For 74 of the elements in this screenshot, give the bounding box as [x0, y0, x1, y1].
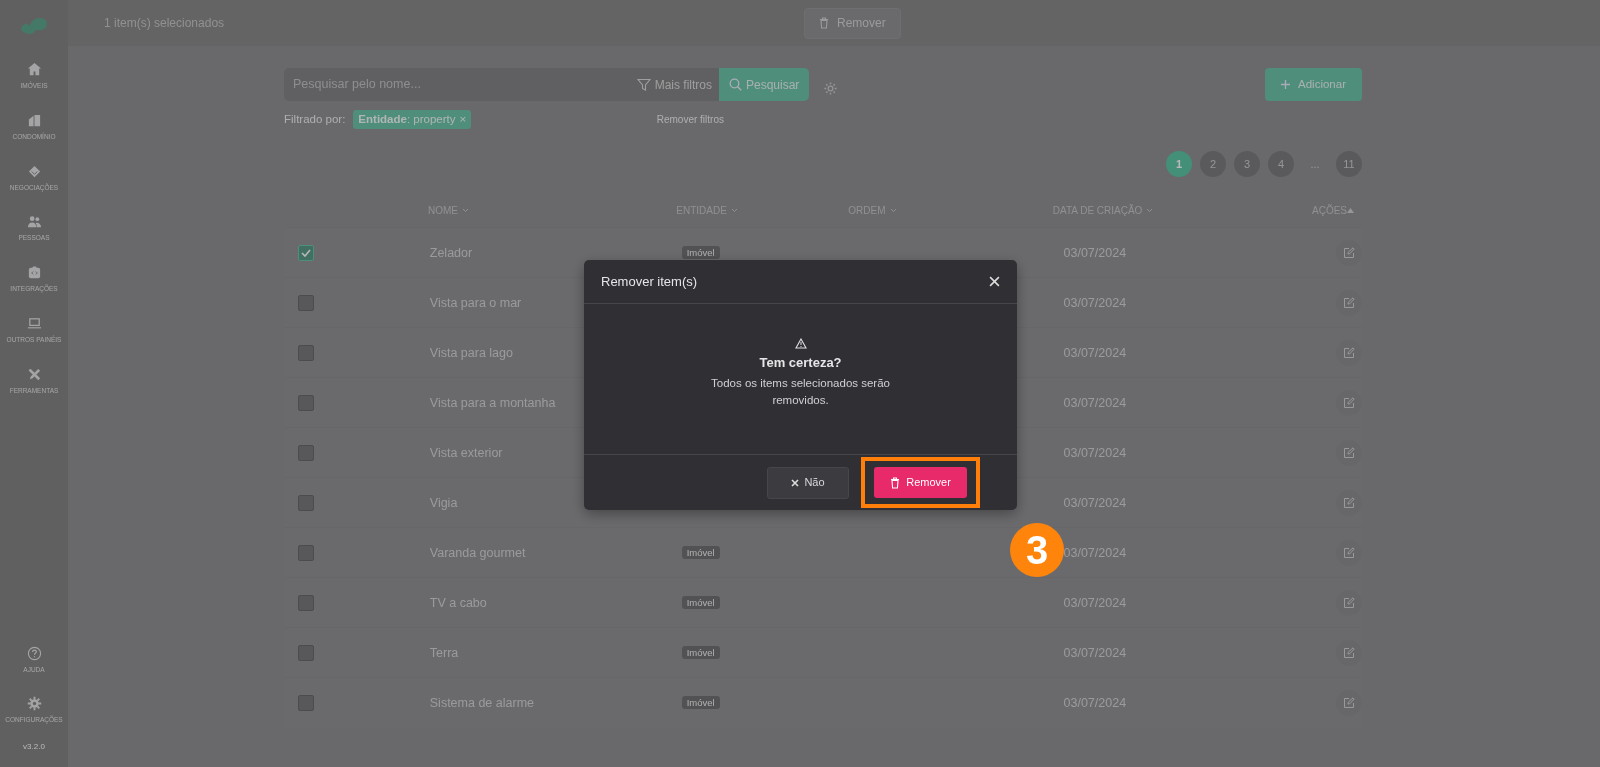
settings-icon	[26, 696, 42, 712]
edit-button[interactable]	[1336, 439, 1362, 466]
filter-label: Filtrado por:	[284, 112, 346, 127]
row-checkbox[interactable]	[298, 644, 314, 661]
row-checkbox[interactable]	[298, 544, 314, 561]
edit-button[interactable]	[1336, 689, 1362, 716]
row-checkbox[interactable]	[298, 494, 314, 511]
pagination-ellipsis: ...	[1309, 157, 1321, 172]
plus-icon	[1281, 80, 1291, 89]
help-icon	[26, 645, 42, 661]
edit-icon	[1343, 696, 1355, 709]
version-label: v3.2.0	[23, 741, 45, 753]
edit-icon	[1343, 446, 1355, 459]
edit-button[interactable]	[1336, 589, 1362, 616]
warning-icon	[794, 338, 807, 349]
page-button[interactable]: 1	[1166, 151, 1192, 178]
people-icon	[26, 214, 42, 230]
sort-icon	[1146, 207, 1154, 213]
dialog-title: Remover item(s)	[601, 272, 698, 291]
edit-button[interactable]	[1336, 539, 1362, 566]
edit-icon	[1343, 396, 1355, 409]
edit-icon	[1343, 296, 1355, 309]
row-checkbox[interactable]	[298, 694, 314, 711]
edit-icon	[1343, 646, 1355, 659]
cancel-button[interactable]: Não	[767, 466, 849, 499]
check-icon	[301, 248, 311, 257]
filter-icon	[636, 77, 651, 92]
settings-icon[interactable]	[823, 81, 839, 96]
edit-button[interactable]	[1336, 489, 1362, 516]
edit-icon	[1343, 246, 1355, 259]
edit-button[interactable]	[1336, 289, 1362, 316]
edit-icon	[1343, 596, 1355, 609]
search-button[interactable]: Pesquisar	[719, 68, 810, 101]
entity-tag: Imóvel	[681, 696, 720, 710]
code-icon	[26, 265, 42, 280]
close-icon[interactable]	[989, 276, 1000, 287]
row-checkbox[interactable]	[298, 294, 314, 311]
confirm-remove-button[interactable]: Remover	[874, 467, 967, 498]
add-button[interactable]: Adicionar	[1265, 68, 1362, 101]
page-button[interactable]: 4	[1268, 151, 1294, 178]
row-checkbox[interactable]	[298, 344, 314, 361]
edit-icon	[1343, 546, 1355, 559]
entity-tag: Imóvel	[681, 546, 720, 560]
entity-tag: Imóvel	[681, 596, 720, 610]
house-icon	[26, 62, 42, 77]
search-icon	[729, 78, 742, 91]
sort-icon	[730, 207, 738, 213]
filter-tag[interactable]: Entidade: property ×	[353, 110, 472, 130]
edit-icon	[1343, 496, 1355, 509]
building-icon	[26, 112, 42, 128]
close-icon	[791, 478, 800, 487]
laptop-icon	[26, 315, 42, 331]
scroll-up-icon[interactable]	[1347, 207, 1354, 213]
row-checkbox[interactable]	[298, 244, 314, 261]
page-button[interactable]: 3	[1234, 151, 1260, 178]
trash-icon	[819, 17, 829, 29]
edit-button[interactable]	[1336, 239, 1362, 266]
edit-button[interactable]	[1336, 389, 1362, 416]
row-checkbox[interactable]	[298, 594, 314, 611]
page-button[interactable]: 11	[1336, 151, 1362, 178]
edit-icon	[1343, 346, 1355, 359]
entity-tag: Imóvel	[681, 246, 720, 260]
edit-button[interactable]	[1336, 339, 1362, 366]
trash-icon	[890, 476, 901, 489]
sort-icon	[461, 207, 469, 213]
clear-filters-link[interactable]: Remover filtros	[656, 112, 724, 128]
diamond-icon	[26, 163, 42, 179]
dialog-message: Todos os items selecionados serão removidos.	[710, 375, 891, 409]
row-checkbox[interactable]	[298, 394, 314, 411]
dialog-heading: Tem certeza?	[759, 354, 842, 372]
sort-icon	[889, 207, 897, 213]
row-checkbox[interactable]	[298, 444, 314, 461]
entity-tag: Imóvel	[681, 646, 720, 660]
edit-button[interactable]	[1336, 639, 1362, 666]
